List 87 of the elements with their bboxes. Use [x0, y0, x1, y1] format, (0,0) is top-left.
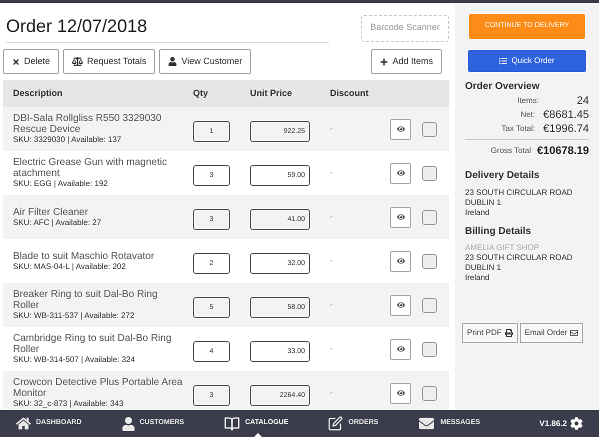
item-sku: SKU: AFC | Available: 27 — [13, 218, 102, 228]
address-line: 23 SOUTH CIRCULAR ROAD — [465, 188, 574, 198]
section-title: Delivery Details — [465, 168, 540, 182]
view-button[interactable] — [390, 338, 411, 360]
close-icon — [12, 58, 20, 66]
column-header: Qty — [193, 86, 210, 100]
eye-icon — [396, 169, 404, 177]
eye-icon — [396, 301, 404, 309]
gross-label: Gross Total — [490, 145, 531, 158]
selected-caret-icon — [254, 433, 262, 437]
item-sku: SKU: MAS-04-L | Available: 202 — [13, 262, 127, 272]
user-icon — [122, 416, 134, 430]
user-icon — [168, 57, 178, 66]
scales-icon — [72, 56, 84, 67]
item-description: Air Filter Cleaner — [13, 206, 90, 218]
overview-label: Tax Total: — [501, 123, 536, 135]
view-button[interactable] — [390, 206, 411, 228]
item-sku: SKU: WB-311-537 | Available: 272 — [13, 311, 136, 321]
order-title: Order 12/07/2018 — [6, 13, 329, 43]
eye-icon — [396, 125, 404, 133]
billing-name: AMELIA GIFT SHOP — [465, 242, 540, 252]
book-icon — [224, 416, 240, 432]
discount-value: - — [330, 299, 334, 311]
row-checkbox[interactable] — [422, 254, 437, 268]
customer-button[interactable]: View Customer — [159, 49, 252, 74]
item-description: DBI-Sala Rollgliss R550 3329030 Rescue Device — [13, 113, 162, 135]
discount-value: - — [330, 123, 334, 135]
discount-value: - — [330, 255, 334, 267]
view-button[interactable] — [390, 118, 411, 140]
item-description: Electric Grease Gun with magnetic atachment — [13, 157, 168, 179]
discount-value: - — [330, 387, 334, 399]
row-checkbox[interactable] — [422, 166, 437, 180]
row-checkbox[interactable] — [422, 210, 437, 224]
address-line: DUBLIN 1 — [465, 198, 502, 208]
discount-value: - — [330, 343, 334, 355]
address-line: Ireland — [465, 272, 490, 282]
row-checkbox[interactable] — [422, 298, 437, 312]
discount-value: - — [330, 211, 334, 223]
eye-icon — [396, 345, 404, 353]
gross-value: €10678.19 — [537, 144, 589, 159]
item-sku: SKU: WB-314-507 | Available: 324 — [13, 355, 136, 365]
email-order-button[interactable]: Email Order — [520, 322, 584, 342]
print-pdf-button[interactable]: Print PDF — [462, 322, 518, 342]
edit-icon — [328, 416, 344, 431]
settings-icon[interactable] — [570, 417, 583, 430]
quick-order-button[interactable]: Quick Order — [468, 50, 586, 72]
row-checkbox[interactable] — [422, 122, 437, 136]
address-line: 23 SOUTH CIRCULAR ROAD — [465, 252, 574, 262]
section-title: Order Overview — [465, 80, 540, 94]
list-icon — [499, 57, 508, 65]
item-description: Cambridge Ring to suit Dal-Bo Ring Roller — [13, 333, 172, 355]
overview-label: Items: — [517, 95, 539, 107]
item-sku: SKU: 32_c-873 | Available: 343 — [13, 399, 124, 409]
item-description: Blade to suit Maschio Rotavator — [13, 250, 156, 262]
totals-button[interactable]: Request Totals — [63, 49, 156, 74]
address-line: Ireland — [465, 208, 490, 218]
printer-icon — [504, 328, 513, 336]
column-header: Unit Price — [250, 86, 294, 100]
plus-icon — [380, 58, 388, 66]
item-description: Breaker Ring to suit Dal-Bo Ring Roller — [13, 289, 159, 311]
row-checkbox[interactable] — [422, 386, 437, 400]
discount-value: - — [330, 167, 334, 179]
eye-icon — [396, 213, 404, 221]
address-line: DUBLIN 1 — [465, 262, 502, 272]
delete-button[interactable]: Delete — [3, 49, 60, 74]
overview-value: 24 — [576, 94, 589, 109]
home-icon — [16, 416, 31, 431]
overview-value: €8681.45 — [543, 108, 589, 123]
view-button[interactable] — [390, 382, 411, 404]
view-button[interactable] — [390, 162, 411, 184]
version-label: V1.86.2 — [539, 418, 567, 430]
item-description: Crowcon Detective Plus Portable Area Monitor — [13, 377, 184, 399]
eye-icon — [396, 257, 404, 265]
overview-label: Net: — [520, 109, 536, 121]
column-header: Discount — [330, 86, 369, 100]
mail-icon — [418, 416, 436, 431]
item-sku: SKU: EGG | Available: 192 — [13, 179, 109, 189]
add-items-button[interactable]: Add Items — [371, 49, 442, 74]
row-checkbox[interactable] — [422, 342, 437, 356]
envelope-icon — [570, 328, 578, 336]
overview-value: €1996.74 — [543, 122, 589, 137]
view-button[interactable] — [390, 250, 411, 272]
view-button[interactable] — [390, 294, 411, 316]
section-title: Billing Details — [465, 224, 532, 238]
column-header: Description — [12, 86, 64, 100]
item-sku: SKU: 3329030 | Available: 137 — [13, 135, 122, 145]
eye-icon — [396, 389, 404, 397]
